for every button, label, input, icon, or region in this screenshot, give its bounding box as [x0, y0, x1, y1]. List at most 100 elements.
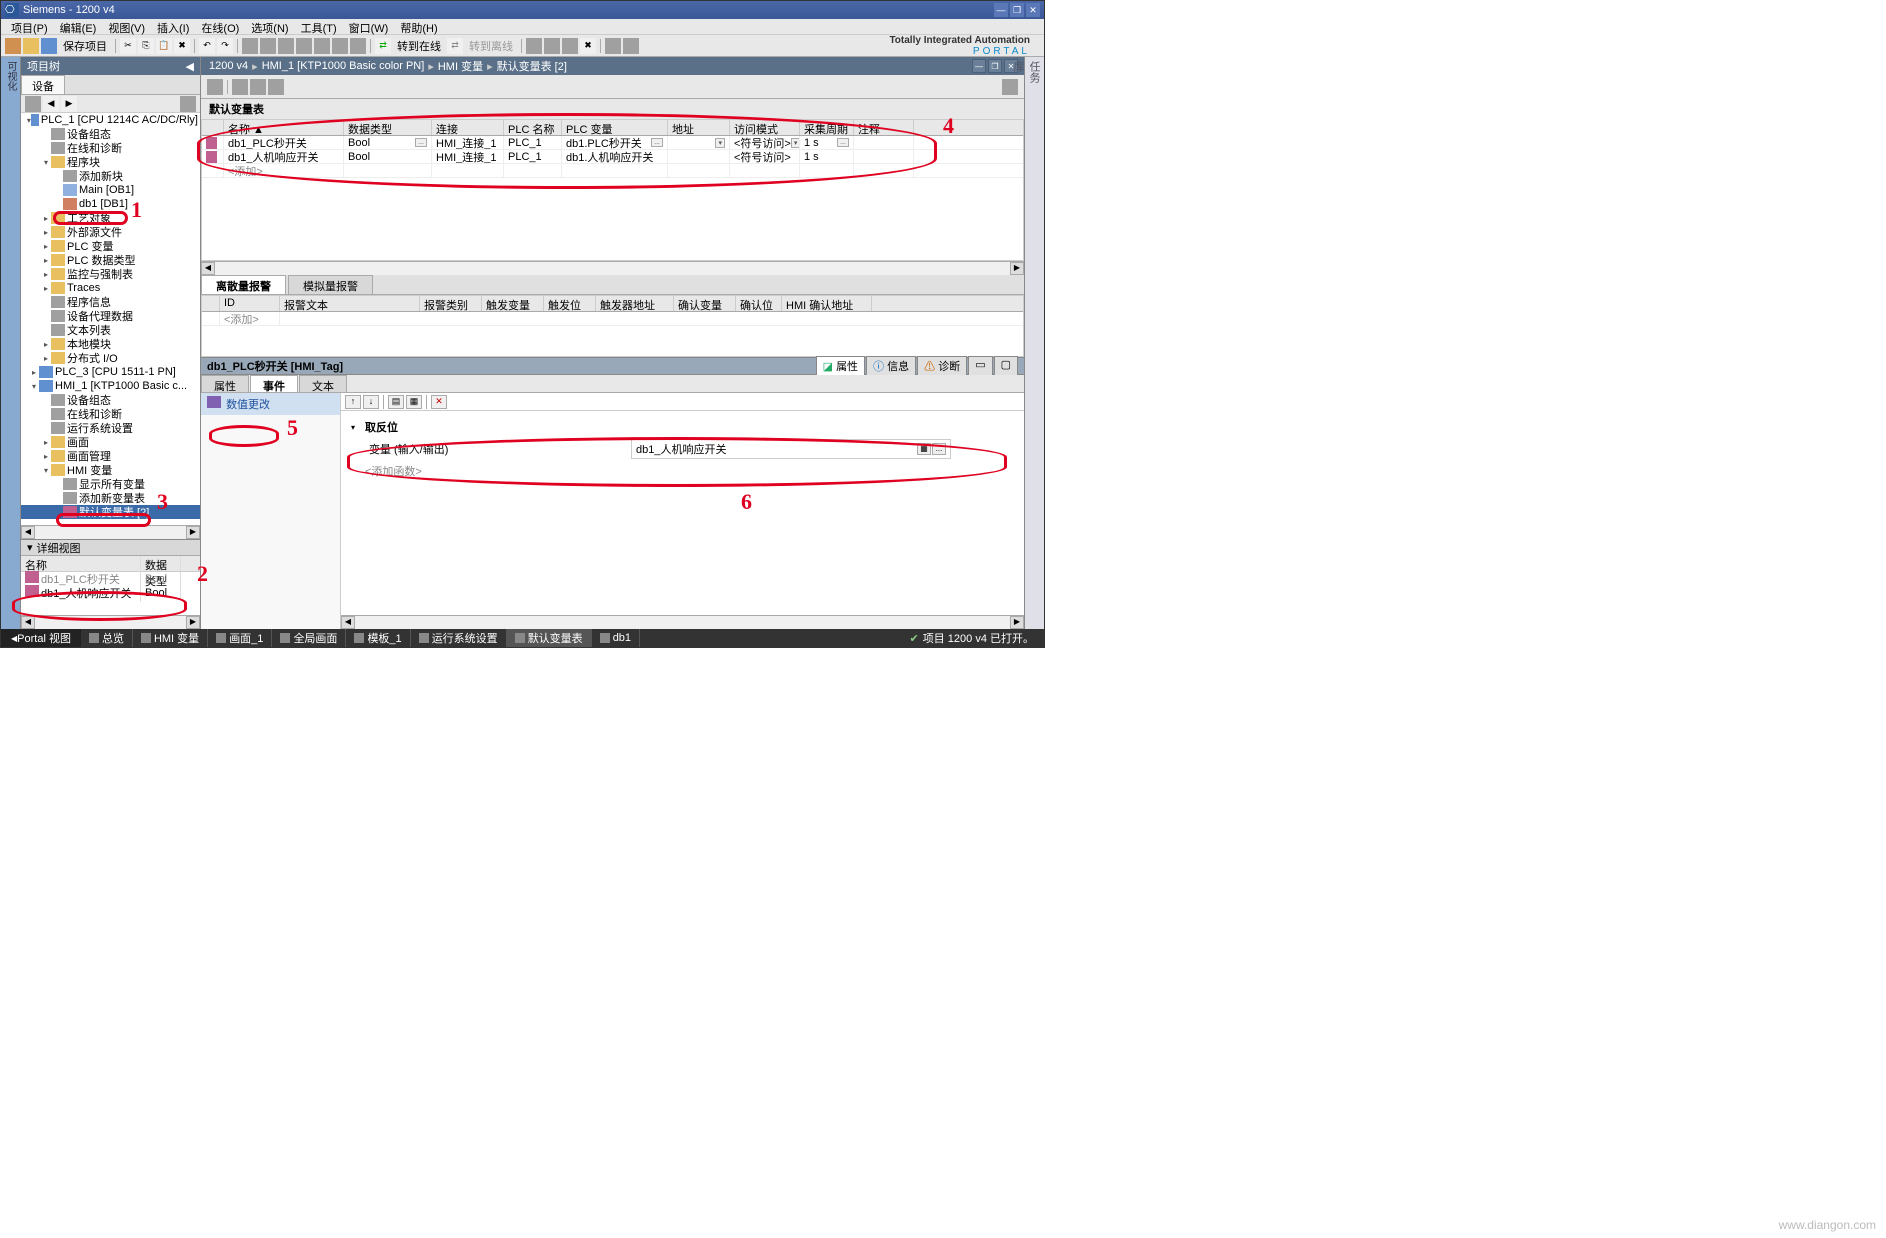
ed-tb-3[interactable] — [250, 79, 266, 95]
tree-item[interactable]: 显示所有变量 — [21, 477, 200, 491]
tree-item[interactable]: ▸监控与强制表 — [21, 267, 200, 281]
event-hscroll[interactable]: ◀ ▶ — [341, 615, 1024, 629]
tree-item[interactable]: ▸PLC 数据类型 — [21, 253, 200, 267]
detail-header[interactable]: ▾ 详细视图 — [21, 540, 200, 556]
col-plcname[interactable]: PLC 名称 — [504, 120, 562, 135]
left-sidebar-tab[interactable]: 可视化 — [1, 57, 21, 629]
col-name[interactable]: 名称 ▲ — [224, 120, 344, 135]
tab-diag[interactable]: ⚠ 诊断 — [917, 356, 967, 376]
ac-id[interactable]: ID — [220, 296, 280, 311]
go-online-icon[interactable]: ⇄ — [375, 38, 391, 54]
ac-class[interactable]: 报警类别 — [420, 296, 482, 311]
col-mode[interactable]: 访问模式 — [730, 120, 800, 135]
delete-icon[interactable]: ✖ — [174, 38, 190, 54]
right-sidebar[interactable]: 任务 库 — [1024, 57, 1044, 629]
tree-item[interactable]: 设备组态 — [21, 127, 200, 141]
tree-item[interactable]: ▸PLC_3 [CPU 1511-1 PN] — [21, 365, 200, 379]
portal-view-button[interactable]: Portal 视图 — [1, 629, 81, 647]
tab-tagtable[interactable]: 默认变量表 — [507, 629, 592, 647]
tree-item[interactable]: 在线和诊断 — [21, 407, 200, 421]
maximize-btn[interactable]: ❐ — [1010, 3, 1024, 17]
collapse-icon[interactable]: ▦ — [406, 395, 422, 409]
crumb-3[interactable]: 默认变量表 [2] — [495, 58, 569, 74]
tree-caret-icon[interactable]: ▸ — [41, 242, 51, 251]
tree-item[interactable]: ▸PLC 变量 — [21, 239, 200, 253]
col-note[interactable]: 注释 — [854, 120, 914, 135]
col-conn[interactable]: 连接 — [432, 120, 504, 135]
crumb-2[interactable]: HMI 变量 — [436, 58, 485, 74]
redo-icon[interactable]: ↷ — [217, 38, 233, 54]
ac-trigbit[interactable]: 触发位 — [544, 296, 596, 311]
picker-icon[interactable]: ▦ — [917, 443, 931, 455]
detail-hscroll[interactable]: ◀ ▶ — [21, 615, 200, 629]
ed-tb-2[interactable] — [232, 79, 248, 95]
tb-icon-4[interactable] — [296, 38, 312, 54]
open-project-icon[interactable] — [23, 38, 39, 54]
tab-db1[interactable]: db1 — [592, 629, 640, 647]
tree-caret-icon[interactable]: ▾ — [41, 158, 51, 167]
close-btn[interactable]: ✕ — [1026, 3, 1040, 17]
tree-item[interactable]: ▾PLC_1 [CPU 1214C AC/DC/Rly] — [21, 113, 200, 127]
tab-discrete[interactable]: 离散量报警 — [201, 275, 286, 294]
menu-tools[interactable]: 工具(T) — [295, 19, 343, 34]
tree-caret-icon[interactable]: ▸ — [41, 214, 51, 223]
tree-item[interactable]: ▸工艺对象 — [21, 211, 200, 225]
tree-item[interactable]: 设备组态 — [21, 393, 200, 407]
cut-icon[interactable]: ✂ — [120, 38, 136, 54]
tree-hscroll[interactable]: ◀ ▶ — [21, 525, 200, 539]
tab-info[interactable]: ⓘ 信息 — [866, 356, 916, 376]
scroll-left-icon[interactable]: ◀ — [21, 526, 35, 539]
add-row[interactable]: <添加> — [202, 312, 1023, 326]
add-row[interactable]: <添加> — [202, 164, 1023, 178]
col-type[interactable]: 数据类型 — [344, 120, 432, 135]
library-tab[interactable]: 库 — [1012, 61, 1024, 72]
add-func[interactable]: <添加函数> — [365, 463, 422, 479]
tree-item[interactable]: db1 [DB1] — [21, 197, 200, 211]
menu-project[interactable]: 项目(P) — [5, 19, 54, 34]
tree-caret-icon[interactable]: ▾ — [41, 466, 51, 475]
tree-nav-1[interactable] — [25, 96, 41, 112]
col-addr[interactable]: 地址 — [668, 120, 730, 135]
ac-trigvar[interactable]: 触发变量 — [482, 296, 544, 311]
ac-ackbit[interactable]: 确认位 — [736, 296, 782, 311]
tb-icon-8[interactable] — [526, 38, 542, 54]
tab-analog[interactable]: 模拟量报警 — [288, 275, 373, 294]
tb-icon-10[interactable] — [562, 38, 578, 54]
tasks-tab[interactable]: 任务 — [1028, 61, 1040, 83]
subtab-text[interactable]: 文本 — [299, 375, 347, 392]
tb-icon-3[interactable] — [278, 38, 294, 54]
ac-text[interactable]: 报警文本 — [280, 296, 420, 311]
menu-options[interactable]: 选项(N) — [245, 19, 294, 34]
menu-window[interactable]: 窗口(W) — [343, 19, 395, 34]
browse-icon[interactable]: ... — [932, 443, 946, 455]
tree-back-icon[interactable]: ◀ — [43, 96, 59, 112]
ac-trigaddr[interactable]: 触发器地址 — [596, 296, 674, 311]
tab-overview[interactable]: 总览 — [81, 629, 133, 647]
tree-item[interactable]: ▾HMI 变量 — [21, 463, 200, 477]
minimize-btn[interactable]: — — [994, 3, 1008, 17]
tree-caret-icon[interactable]: ▸ — [29, 368, 39, 377]
tb-icon-1[interactable] — [242, 38, 258, 54]
expand-icon[interactable]: ▤ — [388, 395, 404, 409]
tree-item[interactable]: ▸本地模块 — [21, 337, 200, 351]
tree-item[interactable]: 设备代理数据 — [21, 309, 200, 323]
subtab-props[interactable]: 属性 — [201, 375, 249, 392]
detail-row[interactable]: db1_人机响应开关 Bool — [21, 586, 200, 600]
scroll-left-icon[interactable]: ◀ — [341, 616, 355, 629]
tree-item[interactable]: ▸画面 — [21, 435, 200, 449]
dropdown-icon[interactable]: ... — [651, 138, 663, 147]
col-cycle[interactable]: 采集周期 — [800, 120, 854, 135]
copy-icon[interactable]: ⎘ — [138, 38, 154, 54]
tree-caret-icon[interactable]: ▸ — [41, 452, 51, 461]
tree-fwd-icon[interactable]: ▶ — [61, 96, 77, 112]
tb-icon-6[interactable] — [332, 38, 348, 54]
menu-help[interactable]: 帮助(H) — [394, 19, 443, 34]
new-project-icon[interactable] — [5, 38, 21, 54]
tree-item[interactable]: 添加新变量表 — [21, 491, 200, 505]
menu-view[interactable]: 视图(V) — [102, 19, 151, 34]
menu-insert[interactable]: 插入(I) — [151, 19, 195, 34]
chevron-down-icon[interactable]: ▾ — [351, 423, 365, 432]
scroll-right-icon[interactable]: ▶ — [186, 526, 200, 539]
delete-icon[interactable]: ✕ — [431, 395, 447, 409]
tree-nav-r[interactable] — [180, 96, 196, 112]
